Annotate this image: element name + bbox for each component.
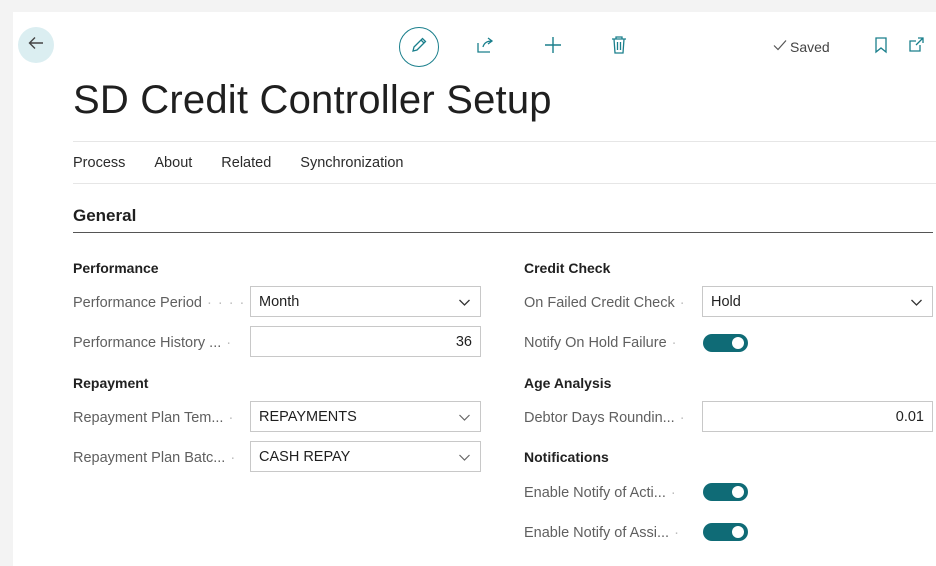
field-label-enable-notify-activity: Enable Notify of Acti... · <box>524 485 677 501</box>
toggle-knob <box>732 337 744 349</box>
saved-status: Saved <box>773 38 830 55</box>
on-failed-credit-check-value: Hold <box>711 293 741 310</box>
page-title: SD Credit Controller Setup <box>73 78 552 122</box>
enable-notify-assign-toggle[interactable] <box>703 523 748 541</box>
menu-divider-bottom <box>73 183 936 184</box>
menu-item-related[interactable]: Related <box>221 155 271 171</box>
field-label-performance-period: Performance Period · · · · <box>73 295 246 311</box>
plus-icon <box>543 35 563 60</box>
group-title-age-analysis: Age Analysis <box>524 375 612 391</box>
performance-history-value: 36 <box>455 333 472 350</box>
delete-button[interactable] <box>607 35 631 59</box>
bookmark-icon <box>873 36 889 59</box>
performance-history-input[interactable]: 36 <box>250 326 481 357</box>
pencil-icon <box>410 36 428 59</box>
field-label-enable-notify-assign: Enable Notify of Assi... · <box>524 525 680 541</box>
menu-item-about[interactable]: About <box>154 155 192 171</box>
performance-period-value: Month <box>259 293 300 310</box>
new-button[interactable] <box>541 35 565 59</box>
group-title-performance: Performance <box>73 260 159 276</box>
group-title-credit-check: Credit Check <box>524 260 611 276</box>
toggle-knob <box>732 526 744 538</box>
toggle-knob <box>732 486 744 498</box>
checkmark-icon <box>773 38 787 55</box>
field-label-notify-on-hold-failure: Notify On Hold Failure · <box>524 335 678 351</box>
menu-item-synchronization[interactable]: Synchronization <box>300 155 403 171</box>
menu-item-process[interactable]: Process <box>73 155 125 171</box>
chevron-down-icon <box>458 296 471 313</box>
performance-period-select[interactable]: Month <box>250 286 481 317</box>
field-label-performance-history: Performance History ... · <box>73 335 233 351</box>
repayment-template-value: REPAYMENTS <box>259 408 357 425</box>
open-new-window-button[interactable] <box>904 35 928 59</box>
action-bar: Saved <box>0 27 936 67</box>
menu-divider-top <box>73 141 936 142</box>
field-label-on-failed-credit-check: On Failed Credit Check · <box>524 295 686 311</box>
on-failed-credit-check-select[interactable]: Hold <box>702 286 933 317</box>
saved-label: Saved <box>790 38 830 55</box>
field-label-repayment-template: Repayment Plan Tem... · <box>73 410 235 426</box>
action-menu: Process About Related Synchronization <box>73 155 403 171</box>
chevron-down-icon <box>458 411 471 428</box>
open-in-new-window-icon <box>907 36 925 59</box>
chevron-down-icon <box>458 451 471 468</box>
notify-on-hold-failure-toggle[interactable] <box>703 334 748 352</box>
share-button[interactable] <box>473 35 497 59</box>
repayment-batch-value: CASH REPAY <box>259 448 351 465</box>
section-divider <box>73 232 933 233</box>
group-title-notifications: Notifications <box>524 449 609 465</box>
share-icon <box>475 35 495 60</box>
debtor-days-rounding-input[interactable]: 0.01 <box>702 401 933 432</box>
enable-notify-activity-toggle[interactable] <box>703 483 748 501</box>
edit-button[interactable] <box>399 27 439 67</box>
chevron-down-icon <box>910 296 923 313</box>
group-title-repayment: Repayment <box>73 375 149 391</box>
section-title-general[interactable]: General <box>73 206 136 226</box>
field-label-debtor-days-rounding: Debtor Days Roundin... · <box>524 410 686 426</box>
debtor-days-rounding-value: 0.01 <box>895 408 924 425</box>
field-label-repayment-batch: Repayment Plan Batc... · <box>73 450 237 466</box>
bookmark-button[interactable] <box>869 35 893 59</box>
repayment-batch-select[interactable]: CASH REPAY <box>250 441 481 472</box>
trash-icon <box>610 35 628 60</box>
repayment-template-select[interactable]: REPAYMENTS <box>250 401 481 432</box>
